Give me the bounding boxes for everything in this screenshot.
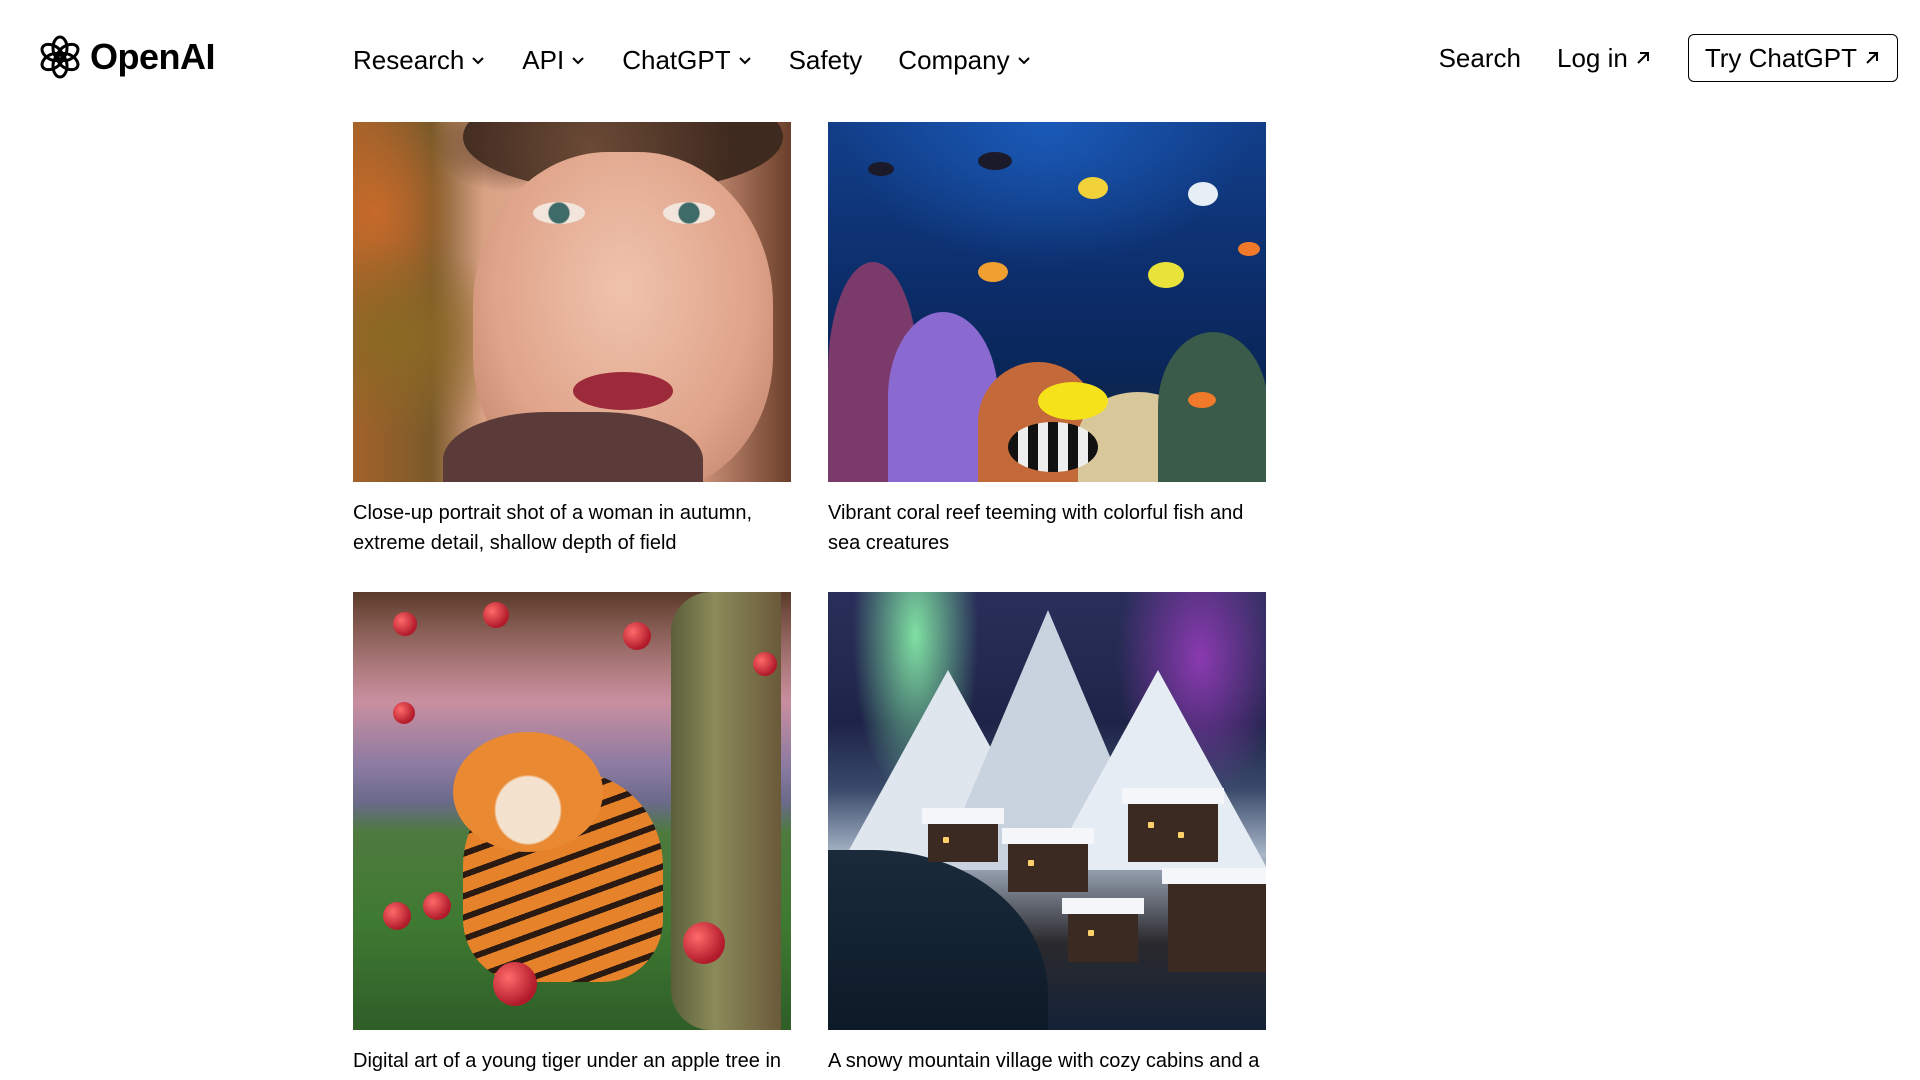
arrow-up-right-icon bbox=[1637, 52, 1649, 64]
try-chatgpt-button[interactable]: Try ChatGPT bbox=[1687, 34, 1898, 82]
chevron-down-icon bbox=[572, 57, 584, 65]
fish-shape bbox=[1148, 262, 1184, 288]
snowy-village-aurora-image bbox=[828, 592, 1266, 1030]
chevron-down-icon bbox=[1017, 57, 1030, 65]
fish-shape bbox=[1038, 382, 1108, 420]
lips-shape bbox=[573, 372, 673, 410]
chevron-down-icon bbox=[472, 57, 484, 65]
fish-shape bbox=[1188, 392, 1216, 408]
nav-item-api[interactable]: API bbox=[522, 40, 586, 80]
page: OpenAI Research API ChatGPT Safety Compa… bbox=[0, 0, 1920, 1080]
gallery-card[interactable]: A snowy mountain village with cozy cabin… bbox=[828, 592, 1266, 1080]
coral-shape bbox=[1158, 332, 1266, 482]
cabin-shape bbox=[1122, 788, 1224, 862]
main-nav: Research API ChatGPT Safety Company bbox=[353, 40, 1032, 80]
login-label: Log in bbox=[1556, 42, 1628, 73]
apple-shape bbox=[393, 612, 417, 636]
fish-shape bbox=[978, 262, 1008, 282]
eye-shape bbox=[663, 202, 715, 224]
nav-item-label: API bbox=[522, 44, 565, 75]
apple-shape bbox=[623, 622, 651, 650]
eye-shape bbox=[533, 202, 585, 224]
gallery-card[interactable]: Digital art of a young tiger under an ap… bbox=[353, 592, 791, 1080]
fish-shape bbox=[1008, 422, 1098, 472]
nav-item-label: Safety bbox=[788, 44, 863, 75]
gallery-card[interactable]: Close-up portrait shot of a woman in aut… bbox=[353, 122, 791, 558]
fish-shape bbox=[1238, 242, 1260, 256]
openai-logo[interactable]: OpenAI bbox=[36, 33, 216, 81]
chevron-down-icon bbox=[738, 57, 751, 65]
coral-reef-image bbox=[828, 122, 1266, 482]
window-light bbox=[1178, 832, 1184, 838]
window-light bbox=[1028, 860, 1034, 866]
woman-autumn-portrait-image bbox=[353, 122, 791, 482]
apple-shape bbox=[753, 652, 777, 676]
apple-shape bbox=[493, 962, 537, 1006]
tiger-head-shape bbox=[453, 732, 603, 852]
window-light bbox=[943, 837, 949, 843]
nav-item-label: ChatGPT bbox=[622, 44, 731, 75]
brand-name: OpenAI bbox=[90, 36, 216, 77]
window-light bbox=[1148, 822, 1154, 828]
cabin-shape bbox=[1162, 868, 1266, 972]
window-light bbox=[1088, 930, 1094, 936]
nav-item-label: Company bbox=[898, 44, 1010, 75]
scarf-shape bbox=[443, 412, 703, 482]
arrow-up-right-icon bbox=[1866, 52, 1878, 64]
fish-shape bbox=[978, 152, 1012, 170]
apple-shape bbox=[393, 702, 415, 724]
header-actions: Search Log in Try ChatGPT bbox=[1439, 34, 1898, 82]
card-caption: Digital art of a young tiger under an ap… bbox=[353, 1050, 782, 1072]
card-caption: Vibrant coral reef teeming with colorful… bbox=[828, 502, 1244, 554]
fish-shape bbox=[1188, 182, 1218, 206]
apple-shape bbox=[683, 922, 725, 964]
search-link[interactable]: Search bbox=[1439, 43, 1521, 74]
login-link[interactable]: Log in bbox=[1557, 43, 1652, 74]
nav-item-label: Research bbox=[353, 44, 465, 75]
apple-shape bbox=[423, 892, 451, 920]
fish-shape bbox=[868, 162, 894, 176]
gallery-card[interactable]: Vibrant coral reef teeming with colorful… bbox=[828, 122, 1266, 558]
site-header: OpenAI Research API ChatGPT Safety Compa… bbox=[0, 0, 1920, 120]
nav-item-company[interactable]: Company bbox=[898, 40, 1031, 80]
cabin-shape bbox=[1062, 898, 1144, 962]
nav-item-safety[interactable]: Safety bbox=[789, 40, 863, 80]
tiger-apple-tree-image bbox=[353, 592, 791, 1030]
card-caption: A snowy mountain village with cozy cabin… bbox=[828, 1050, 1260, 1072]
card-caption: Close-up portrait shot of a woman in aut… bbox=[353, 502, 753, 554]
try-chatgpt-label: Try ChatGPT bbox=[1704, 42, 1857, 73]
cabin-shape bbox=[1002, 828, 1094, 892]
nav-item-research[interactable]: Research bbox=[353, 40, 486, 80]
openai-logo-icon bbox=[40, 35, 80, 79]
apple-shape bbox=[383, 902, 411, 930]
nav-item-chatgpt[interactable]: ChatGPT bbox=[622, 40, 752, 80]
cabin-shape bbox=[922, 808, 1004, 862]
fish-shape bbox=[1078, 177, 1108, 199]
apple-shape bbox=[483, 602, 509, 628]
